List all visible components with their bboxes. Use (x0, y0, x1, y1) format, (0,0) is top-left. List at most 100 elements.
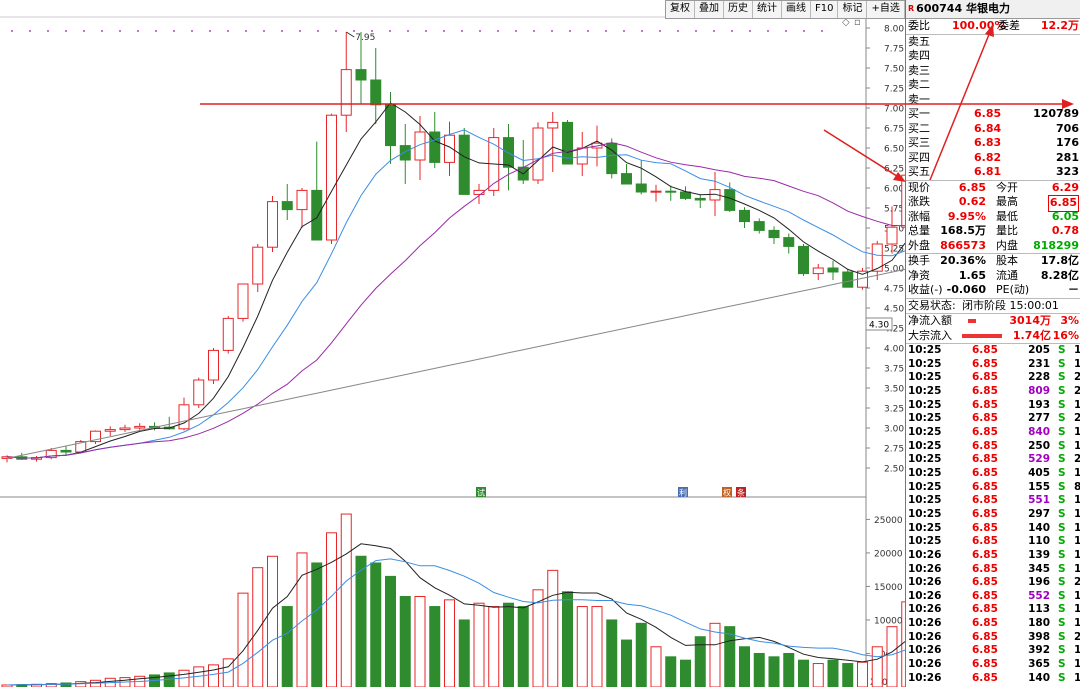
stat-value: 0.62 (958, 195, 986, 208)
buy-price: 6.85 (974, 107, 1002, 120)
toolbar-button-5[interactable]: F10 (811, 1, 839, 18)
tick-side: S (1058, 439, 1066, 452)
toolbar-button-4[interactable]: 画线 (782, 1, 811, 18)
chart-toolbar: 复权叠加历史统计画线F10标记+自选返回 (665, 0, 934, 19)
candle-down (311, 189, 323, 241)
buy-level-5: 买五 6.81 323 (906, 165, 1080, 180)
buy-level-2: 买二 6.84 706 (906, 122, 1080, 137)
signal-dot (281, 30, 283, 32)
tick-row[interactable]: 10:25 6.85 155 S8 (906, 481, 1080, 495)
tick-row[interactable]: 10:26 6.85 365 S 18 (906, 658, 1080, 672)
stat-row-1: 涨跌 0.62 最高 6.85 (906, 195, 1080, 212)
candle-down (827, 267, 839, 273)
kline-chart[interactable]: 8.007.757.507.257.006.756.506.256.005.75… (0, 0, 905, 687)
tick-row[interactable]: 10:25 6.85 228 S 20 (906, 371, 1080, 385)
volume-bar (252, 567, 264, 687)
tick-time: 10:25 (908, 521, 942, 534)
price-tick-label: 7.50 (884, 65, 904, 75)
tick-count: 11 (1074, 399, 1080, 413)
toolbar-button-6[interactable]: 标记 (838, 1, 868, 18)
tick-count: 8 (1074, 481, 1080, 495)
tick-row[interactable]: 10:25 6.85 110 S 16 (906, 535, 1080, 549)
sell-label: 卖二 (908, 78, 930, 91)
tick-volume: 180 (1028, 617, 1050, 630)
tick-price: 6.85 (972, 589, 998, 602)
tick-count: 14 (1074, 508, 1080, 522)
toolbar-button-2[interactable]: 历史 (724, 1, 753, 18)
signal-dot (335, 30, 337, 32)
signal-dot (767, 30, 769, 32)
tick-row[interactable]: 10:26 6.85 552 S 16 (906, 590, 1080, 604)
tick-row[interactable]: 10:25 6.85 297 S 14 (906, 508, 1080, 522)
tick-side: S (1058, 494, 1066, 507)
candle-up (812, 267, 824, 275)
tick-row[interactable]: 10:25 6.85 405 S 15 (906, 467, 1080, 481)
candle-up (134, 425, 146, 429)
buy-volume: 281 (1056, 150, 1079, 164)
stat-row-0: 现价 6.85 今开 6.29 (906, 181, 1080, 196)
toolbar-button-0[interactable]: 复权 (666, 1, 695, 18)
tick-row[interactable]: 10:25 6.85 809 S 24 (906, 385, 1080, 399)
signal-dot (173, 30, 175, 32)
candle-up (119, 427, 131, 431)
tick-list[interactable]: 10:25 6.85 205 S 18 10:25 6.85 231 S 15 10:25 6.85 2… (906, 344, 1080, 685)
volume-bar (340, 513, 352, 687)
tick-row[interactable]: 10:26 6.85 113 S 13 (906, 603, 1080, 617)
stat-row-3: 总量 168.5万 量比 0.78 (906, 224, 1080, 239)
price-tick-label: 3.25 (884, 405, 904, 415)
tick-row[interactable]: 10:26 6.85 398 S 20 (906, 631, 1080, 645)
tick-volume: 277 (1028, 412, 1050, 425)
high-pointer (345, 31, 355, 38)
tick-volume: 205 (1028, 344, 1050, 356)
tick-volume: 365 (1028, 658, 1050, 671)
tick-side: S (1058, 453, 1066, 466)
tick-row[interactable]: 10:25 6.85 205 S 18 (906, 344, 1080, 358)
sell-label: 卖四 (908, 49, 930, 62)
tick-row[interactable]: 10:25 6.85 250 S 15 (906, 440, 1080, 454)
volume-bar (326, 532, 337, 687)
buy-label: 买二 (908, 121, 930, 135)
tick-count: 15 (1074, 494, 1080, 508)
tick-count: 19 (1074, 426, 1080, 440)
volume-bar (827, 659, 839, 687)
stat-label: 最低 (996, 209, 1018, 223)
volume-bar (385, 575, 396, 687)
tick-price: 6.85 (972, 412, 998, 425)
tick-row[interactable]: 10:26 6.85 139 S 11 (906, 549, 1080, 563)
tick-row[interactable]: 10:25 6.85 529 S 23 (906, 453, 1080, 467)
toolbar-button-3[interactable]: 统计 (753, 1, 782, 18)
tick-row[interactable]: 10:26 6.85 140 S 15 (906, 672, 1080, 686)
stat-value: 6.05 (1051, 209, 1079, 223)
ma20-line (6, 142, 905, 459)
tick-row[interactable]: 10:25 6.85 840 S 19 (906, 426, 1080, 440)
price-tick-label: 3.50 (884, 385, 904, 395)
tick-row[interactable]: 10:26 6.85 345 S 12 (906, 563, 1080, 577)
tick-row[interactable]: 10:26 6.85 196 S 20 (906, 576, 1080, 590)
tick-row[interactable]: 10:26 6.85 392 S 15 (906, 644, 1080, 658)
tick-time: 10:25 (908, 398, 942, 411)
price-tick-label: 3.75 (884, 365, 904, 375)
signal-dot (605, 30, 607, 32)
stat-label: 现价 (908, 180, 930, 194)
tick-row[interactable]: 10:26 6.85 180 S 12 (906, 617, 1080, 631)
tick-row[interactable]: 10:25 6.85 231 S 15 (906, 358, 1080, 372)
candle-down (680, 191, 691, 199)
trade-status-row: 交易状态: 闭市阶段 15:00:01 (906, 299, 1080, 314)
toolbar-button-7[interactable]: +自选 (867, 1, 905, 18)
tick-row[interactable]: 10:25 6.85 551 S 15 (906, 494, 1080, 508)
tick-count: 12 (1074, 617, 1080, 631)
tick-row[interactable]: 10:25 6.85 193 S 11 (906, 399, 1080, 413)
tick-row[interactable]: 10:25 6.85 140 S 15 (906, 522, 1080, 536)
tick-price: 6.85 (972, 398, 998, 411)
signal-dot (641, 30, 643, 32)
volume-bar (665, 656, 677, 687)
volume-bar (562, 591, 573, 687)
signal-dot (407, 30, 409, 32)
tick-volume: 110 (1028, 535, 1050, 548)
volume-bar (429, 606, 441, 687)
volume-bar (798, 659, 809, 687)
tick-row[interactable]: 10:25 6.85 277 S 20 (906, 412, 1080, 426)
price-tick-label: 2.50 (884, 465, 904, 475)
tick-volume: 228 (1028, 371, 1050, 384)
toolbar-button-1[interactable]: 叠加 (695, 1, 724, 18)
